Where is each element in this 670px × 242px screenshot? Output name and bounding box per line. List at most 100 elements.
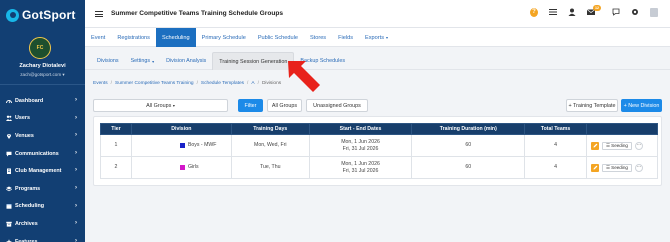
subtab-divisions[interactable]: Divisions bbox=[91, 52, 125, 70]
sub-tabs: Divisions Settings ▾ Division Analysis Train… bbox=[85, 52, 670, 70]
edit-icon[interactable] bbox=[591, 141, 599, 150]
edit-icon[interactable] bbox=[591, 163, 599, 172]
new-division-button[interactable]: + New Division bbox=[621, 99, 662, 112]
unassigned-groups-button[interactable]: Unassigned Groups bbox=[306, 99, 368, 112]
dates-cell: Mon, 1 Jun 2026 Fri, 31 Jul 2026 bbox=[308, 156, 413, 179]
subtab-label: Settings bbox=[130, 58, 151, 64]
sidebar-item-label: Scheduling bbox=[15, 203, 45, 210]
user-email[interactable]: zach@gotsport.com ▾ bbox=[0, 72, 85, 78]
breadcrumb-separator: / bbox=[110, 81, 113, 86]
duration-cell: 60 bbox=[411, 134, 526, 157]
sidebar-item-programs[interactable]: Programs › bbox=[0, 180, 85, 198]
column-header: Total Teams bbox=[524, 123, 587, 135]
tab-public-schedule[interactable]: Public Schedule bbox=[252, 28, 304, 47]
tab-exports[interactable]: Exports ▾ bbox=[359, 28, 394, 47]
breadcrumb: Events / Summer Competitive Teams Training… bbox=[93, 81, 281, 86]
sidebar-item-archives[interactable]: Archives › bbox=[0, 215, 85, 233]
seeding-label: Seeding bbox=[611, 143, 628, 148]
tab-label: Scheduling bbox=[161, 34, 190, 41]
sidebar-item-label: Features bbox=[15, 238, 38, 242]
division-info: Girls bbox=[132, 164, 231, 171]
settings-icon[interactable] bbox=[631, 8, 639, 16]
division-name[interactable]: Girls bbox=[188, 164, 199, 171]
list-icon[interactable] bbox=[549, 8, 557, 16]
breadcrumb-item[interactable]: Summer Competitive Teams Training bbox=[115, 81, 194, 86]
row-actions: ☰ Seeding ··· bbox=[587, 163, 657, 172]
column-header: Training Duration (min) bbox=[411, 123, 526, 135]
tab-scheduling[interactable]: Scheduling bbox=[155, 28, 196, 47]
end-date: Fri, 31 Jul 2026 bbox=[342, 145, 379, 152]
chevron-right-icon: › bbox=[75, 132, 77, 139]
hamburger-menu-icon[interactable] bbox=[95, 11, 103, 17]
breadcrumb-item: Divisions bbox=[261, 81, 282, 86]
brand-name: GotSport bbox=[22, 8, 76, 22]
avatar[interactable]: FC bbox=[29, 37, 51, 59]
seeding-button[interactable]: ☰ Seeding bbox=[602, 141, 632, 150]
tab-label: Exports bbox=[365, 34, 384, 41]
training-template-button[interactable]: + Training Template bbox=[566, 99, 618, 112]
breadcrumb-item[interactable]: Schedule Templates bbox=[201, 81, 244, 86]
subtab-training-session-generation[interactable]: Training Session Generation bbox=[212, 52, 295, 70]
total-teams-cell: 4 bbox=[524, 156, 587, 179]
actions-cell: ☰ Seeding ··· bbox=[586, 156, 658, 179]
groups-select[interactable]: All Groups ▾ bbox=[93, 99, 228, 112]
sidebar-item-label: Communications bbox=[15, 150, 59, 157]
tab-primary-schedule[interactable]: Primary Schedule bbox=[196, 28, 252, 47]
tab-label: Fields bbox=[338, 34, 354, 41]
annotation-arrow-icon bbox=[288, 61, 320, 92]
club-crest-icon[interactable] bbox=[650, 7, 658, 17]
seeding-button[interactable]: ☰ Seeding bbox=[602, 163, 632, 172]
page-title: Summer Competitive Teams Training Schedu… bbox=[111, 10, 284, 17]
actions-cell: ☰ Seeding ··· bbox=[586, 134, 658, 157]
breadcrumb-item[interactable]: Events bbox=[93, 81, 108, 86]
total-teams-cell: 4 bbox=[524, 134, 587, 157]
breadcrumb-separator: / bbox=[247, 81, 249, 86]
sidebar-item-scheduling[interactable]: Scheduling › bbox=[0, 198, 85, 216]
chevron-right-icon: › bbox=[75, 114, 77, 121]
sidebar-item-label: Dashboard bbox=[15, 97, 44, 104]
tab-event[interactable]: Event bbox=[85, 28, 111, 47]
tab-label: Registrations bbox=[117, 34, 150, 41]
sidebar-item-venues[interactable]: Venues › bbox=[0, 127, 85, 145]
chat-icon bbox=[6, 151, 12, 157]
column-header bbox=[586, 123, 658, 135]
division-name[interactable]: Boys - MWF bbox=[188, 142, 217, 149]
chat-icon[interactable] bbox=[612, 8, 620, 16]
divisions-table: Tier Division Training Days Start - End Dat… bbox=[100, 123, 658, 179]
tab-label: Event bbox=[91, 34, 106, 41]
dates-cell: Mon, 1 Jun 2026 Fri, 31 Jul 2026 bbox=[308, 134, 413, 157]
sidebar-item-dashboard[interactable]: Dashboard › bbox=[0, 92, 85, 110]
filter-button[interactable]: Filter bbox=[238, 99, 263, 112]
sidebar-item-label: Archives bbox=[15, 220, 38, 227]
subtab-label: Training Session Generation bbox=[219, 58, 288, 65]
help-icon[interactable]: ? bbox=[530, 7, 538, 17]
subtab-settings[interactable]: Settings ▾ bbox=[125, 52, 161, 70]
sidebar-item-club-management[interactable]: Club Management › bbox=[0, 162, 85, 180]
tab-label: Primary Schedule bbox=[201, 34, 246, 41]
end-date: Fri, 31 Jul 2026 bbox=[342, 167, 379, 174]
start-date: Mon, 1 Jun 2026 bbox=[341, 138, 380, 145]
sidebar-item-features[interactable]: Features › bbox=[0, 233, 85, 242]
breadcrumb-item[interactable]: A bbox=[251, 81, 254, 86]
tab-stores[interactable]: Stores bbox=[304, 28, 332, 47]
app-root: GotSport FC Zachary Diotalevi zach@gotsp… bbox=[0, 0, 670, 242]
user-icon[interactable] bbox=[568, 8, 576, 16]
more-options-icon[interactable]: ··· bbox=[634, 141, 643, 150]
subtab-division-analysis[interactable]: Division Analysis bbox=[160, 52, 212, 70]
gotsport-logo[interactable]: GotSport bbox=[6, 8, 76, 22]
sidebar-item-communications[interactable]: Communications › bbox=[0, 145, 85, 163]
chevron-down-icon: ▾ bbox=[172, 103, 175, 108]
top-bar-icons: ? 12 bbox=[530, 5, 658, 17]
table-body: 1 Boys - MWF Mon, Wed, Fri Mon, 1 Jun 2026 F… bbox=[100, 134, 658, 179]
all-groups-button[interactable]: All Groups bbox=[267, 99, 302, 112]
division-cell: Boys - MWF bbox=[130, 134, 232, 157]
mail-icon[interactable]: 12 bbox=[587, 5, 601, 16]
tab-registrations[interactable]: Registrations bbox=[111, 28, 156, 47]
sidebar-item-users[interactable]: Users › bbox=[0, 110, 85, 128]
chevron-right-icon: › bbox=[75, 202, 77, 209]
more-options-icon[interactable]: ··· bbox=[634, 163, 643, 172]
users-icon bbox=[6, 115, 12, 122]
division-info: Boys - MWF bbox=[132, 142, 231, 149]
tab-fields[interactable]: Fields bbox=[332, 28, 359, 47]
notification-badge: 12 bbox=[593, 5, 601, 11]
